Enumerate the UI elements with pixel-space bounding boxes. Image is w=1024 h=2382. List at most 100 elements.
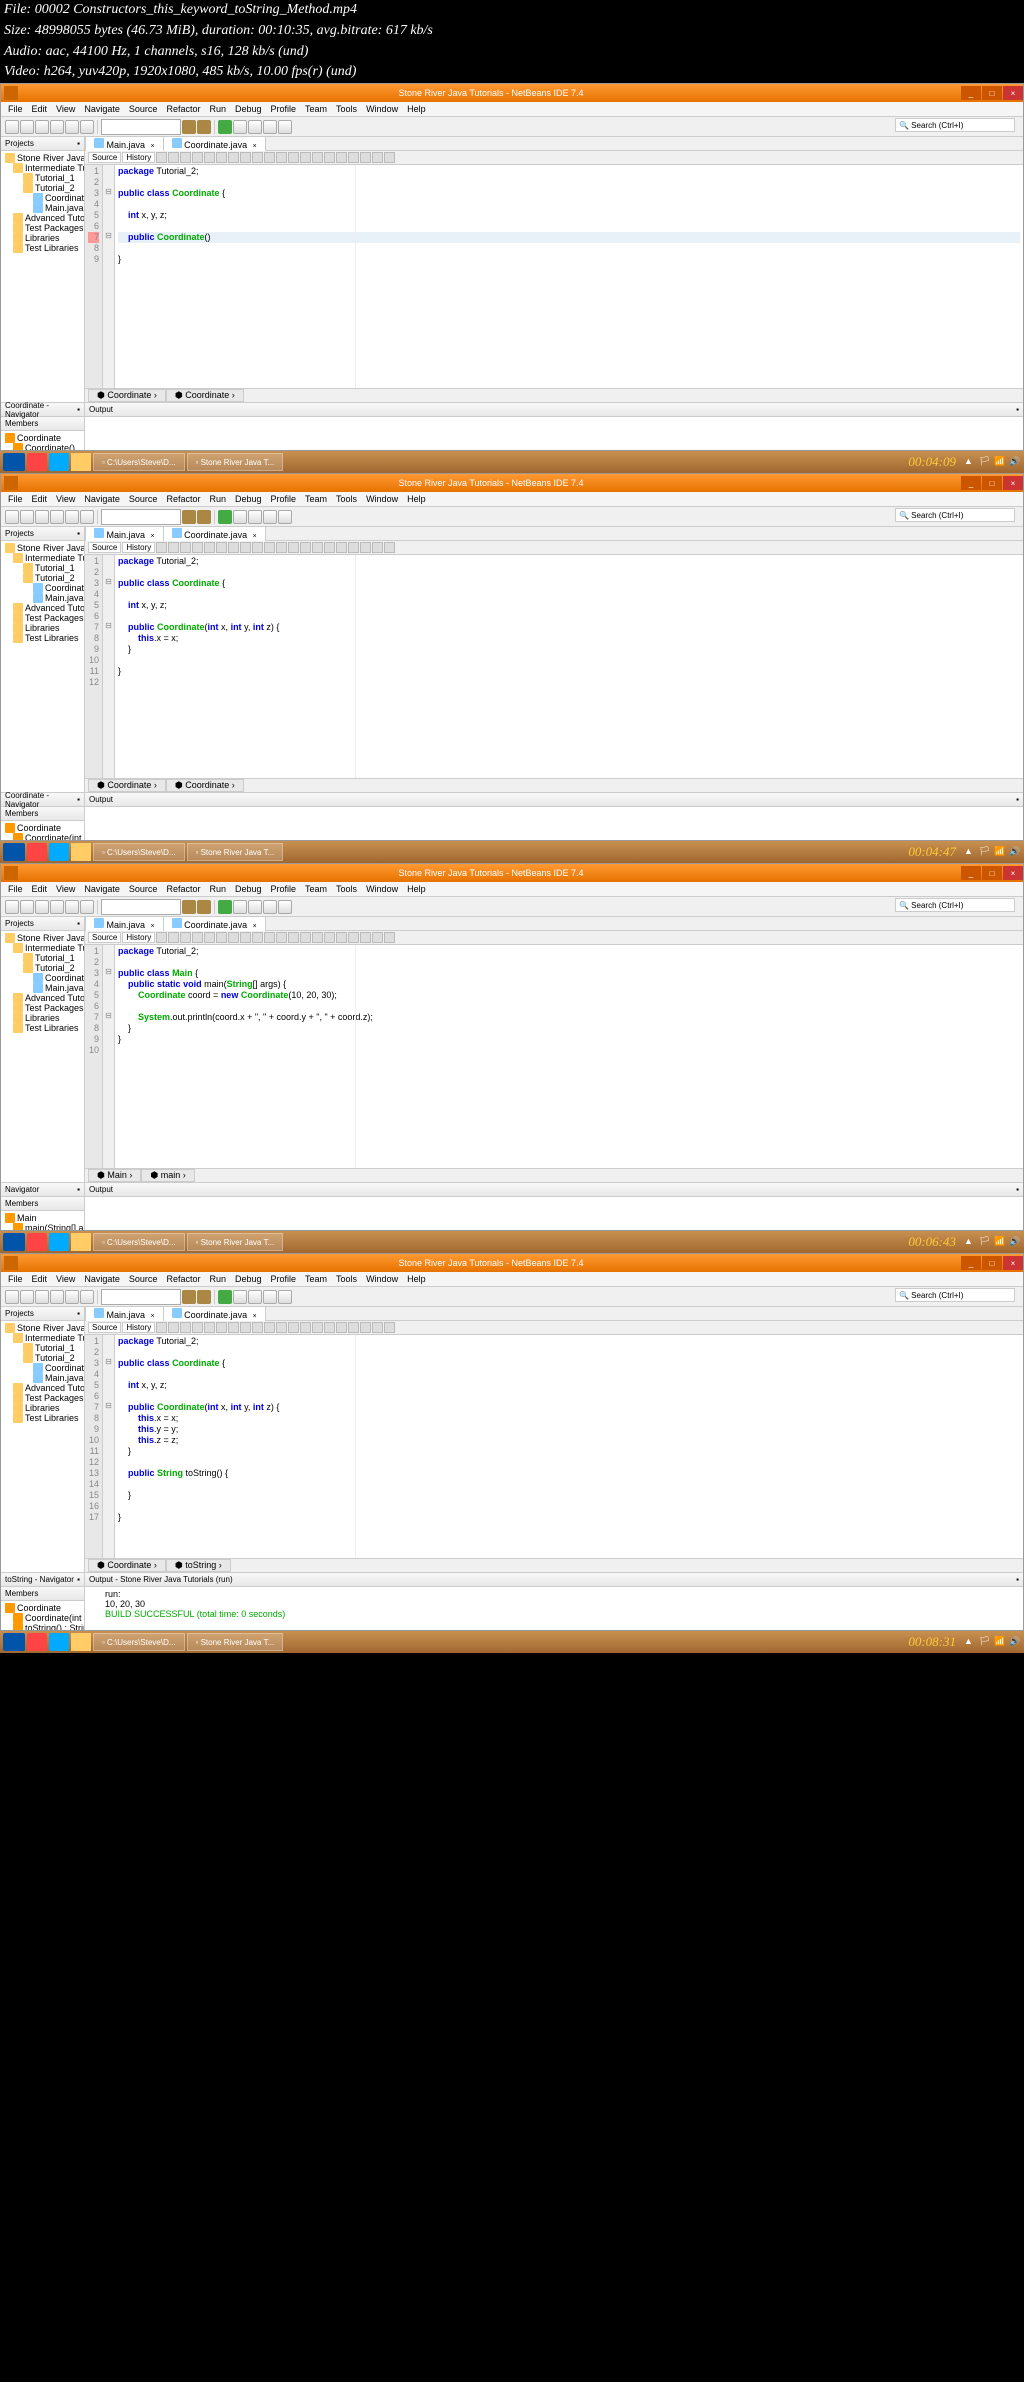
- code-line[interactable]: [118, 567, 1020, 578]
- toolbar-button[interactable]: [50, 900, 64, 914]
- editor-toolbar-button[interactable]: [348, 152, 359, 163]
- code-line[interactable]: public Coordinate(int x, int y, int z) {: [118, 1402, 1020, 1413]
- tree-item[interactable]: Test Packages: [3, 223, 82, 233]
- taskbar[interactable]: ▫ C:\Users\Steve\D...▫ Stone River Java …: [0, 1231, 1024, 1253]
- toolbar-button[interactable]: [65, 1290, 79, 1304]
- code-line[interactable]: }: [118, 1023, 1020, 1034]
- menu-profile[interactable]: Profile: [268, 493, 300, 505]
- tree-item[interactable]: Libraries: [3, 1403, 82, 1413]
- code-line[interactable]: this.x = x;: [118, 1413, 1020, 1424]
- code-line[interactable]: [118, 677, 1020, 688]
- menu-view[interactable]: View: [53, 1273, 78, 1285]
- toolbar-button[interactable]: [35, 120, 49, 134]
- start-button[interactable]: [3, 1633, 25, 1651]
- breadcrumb-item[interactable]: ⬢ Coordinate ›: [88, 779, 166, 792]
- code-line[interactable]: [118, 199, 1020, 210]
- fold-gutter[interactable]: ⊟⊟: [103, 555, 115, 778]
- projects-header[interactable]: Projects ▪: [1, 1307, 84, 1321]
- nav-item[interactable]: Coordinate: [3, 433, 82, 443]
- code-line[interactable]: [118, 1479, 1020, 1490]
- code-content[interactable]: package Tutorial_2;public class Coordina…: [115, 1335, 1023, 1558]
- toolbar-button[interactable]: [5, 510, 19, 524]
- network-icon[interactable]: 📶: [994, 1636, 1006, 1648]
- code-line[interactable]: this.y = y;: [118, 1424, 1020, 1435]
- menu-profile[interactable]: Profile: [268, 103, 300, 115]
- tree-item[interactable]: Tutorial_1: [3, 953, 82, 963]
- toolbar-button[interactable]: [65, 900, 79, 914]
- main-toolbar[interactable]: [1, 507, 1023, 527]
- editor-tabs[interactable]: Main.java × Coordinate.java ×: [85, 527, 1023, 541]
- output-header[interactable]: Output - Stone River Java Tutorials (run…: [85, 1573, 1023, 1587]
- code-line[interactable]: }: [118, 1446, 1020, 1457]
- editor-toolbar-button[interactable]: [204, 152, 215, 163]
- menu-team[interactable]: Team: [302, 493, 330, 505]
- toolbar-button[interactable]: [233, 510, 247, 524]
- code-line[interactable]: [118, 1347, 1020, 1358]
- output-header[interactable]: Output ▪: [85, 793, 1023, 807]
- start-button[interactable]: [3, 1233, 25, 1251]
- taskbar-item[interactable]: ▫ Stone River Java T...: [187, 1233, 284, 1251]
- projects-header[interactable]: Projects ▪: [1, 137, 84, 151]
- editor-toolbar-button[interactable]: [336, 542, 347, 553]
- tree-item[interactable]: Advanced Tutorials: [3, 993, 82, 1003]
- editor-toolbar-button[interactable]: [204, 932, 215, 943]
- panel-close-icon[interactable]: ▪: [77, 1185, 80, 1194]
- search-input[interactable]: 🔍 Search (Ctrl+I): [895, 118, 1015, 132]
- navigator-tree[interactable]: CoordinateCoordinate(int x, int y, int z…: [1, 1601, 84, 1631]
- search-input[interactable]: 🔍 Search (Ctrl+I): [895, 898, 1015, 912]
- editor-toolbar-button[interactable]: [216, 1322, 227, 1333]
- tree-item[interactable]: Libraries: [3, 623, 82, 633]
- toolbar-button[interactable]: [248, 900, 262, 914]
- project-tree[interactable]: Stone River Java TutorialsIntermediate T…: [1, 151, 84, 402]
- tab-close-icon[interactable]: ×: [151, 1313, 155, 1320]
- minimize-button[interactable]: _: [961, 476, 981, 490]
- tree-item[interactable]: Tutorial_1: [3, 173, 82, 183]
- close-button[interactable]: ×: [1003, 1256, 1023, 1270]
- toolbar-button[interactable]: [80, 120, 94, 134]
- editor-toolbar[interactable]: Source History: [85, 151, 1023, 165]
- source-tab[interactable]: Source: [88, 932, 121, 943]
- toolbar-button[interactable]: [20, 510, 34, 524]
- editor-toolbar-button[interactable]: [168, 1322, 179, 1333]
- menu-edit[interactable]: Edit: [29, 103, 51, 115]
- menu-navigate[interactable]: Navigate: [81, 883, 123, 895]
- close-button[interactable]: ×: [1003, 476, 1023, 490]
- editor-toolbar-button[interactable]: [312, 152, 323, 163]
- members-header[interactable]: Members: [1, 807, 84, 821]
- menu-window[interactable]: Window: [363, 493, 401, 505]
- toolbar-button[interactable]: [233, 120, 247, 134]
- editor-toolbar-button[interactable]: [228, 542, 239, 553]
- menu-refactor[interactable]: Refactor: [163, 103, 203, 115]
- menu-profile[interactable]: Profile: [268, 1273, 300, 1285]
- editor-toolbar-button[interactable]: [324, 152, 335, 163]
- clean-build-button[interactable]: [197, 510, 211, 524]
- code-line[interactable]: public class Main {: [118, 968, 1020, 979]
- tree-item[interactable]: Libraries: [3, 233, 82, 243]
- nav-item[interactable]: Coordinate: [3, 1603, 82, 1613]
- tree-item[interactable]: Stone River Java Tutorials: [3, 153, 82, 163]
- editor-tab[interactable]: Main.java ×: [85, 136, 164, 151]
- chrome-icon[interactable]: [27, 1633, 47, 1651]
- menu-edit[interactable]: Edit: [29, 883, 51, 895]
- window-titlebar[interactable]: Stone River Java Tutorials - NetBeans ID…: [1, 84, 1023, 102]
- source-tab[interactable]: Source: [88, 152, 121, 163]
- history-tab[interactable]: History: [122, 932, 155, 943]
- taskbar-item[interactable]: ▫ C:\Users\Steve\D...: [93, 1633, 185, 1651]
- code-line[interactable]: [118, 1457, 1020, 1468]
- menu-tools[interactable]: Tools: [333, 493, 360, 505]
- volume-icon[interactable]: 🔊: [1009, 1236, 1021, 1248]
- minimize-button[interactable]: _: [961, 1256, 981, 1270]
- nav-item[interactable]: Coordinate(int x, int y, int z): [3, 1613, 82, 1623]
- editor-toolbar-button[interactable]: [168, 542, 179, 553]
- navigator-header[interactable]: Navigator ▪: [1, 1183, 84, 1197]
- navigator-tree[interactable]: Mainmain(String[] args): [1, 1211, 84, 1231]
- code-line[interactable]: }: [118, 1034, 1020, 1045]
- tray-icon[interactable]: ▲: [964, 456, 976, 468]
- tree-item[interactable]: Test Packages: [3, 1393, 82, 1403]
- code-line[interactable]: public class Coordinate {: [118, 1358, 1020, 1369]
- menubar[interactable]: FileEditViewNavigateSourceRefactorRunDeb…: [1, 102, 1023, 117]
- run-button[interactable]: [218, 120, 232, 134]
- toolbar-button[interactable]: [263, 900, 277, 914]
- clean-build-button[interactable]: [197, 1290, 211, 1304]
- editor-toolbar-button[interactable]: [360, 1322, 371, 1333]
